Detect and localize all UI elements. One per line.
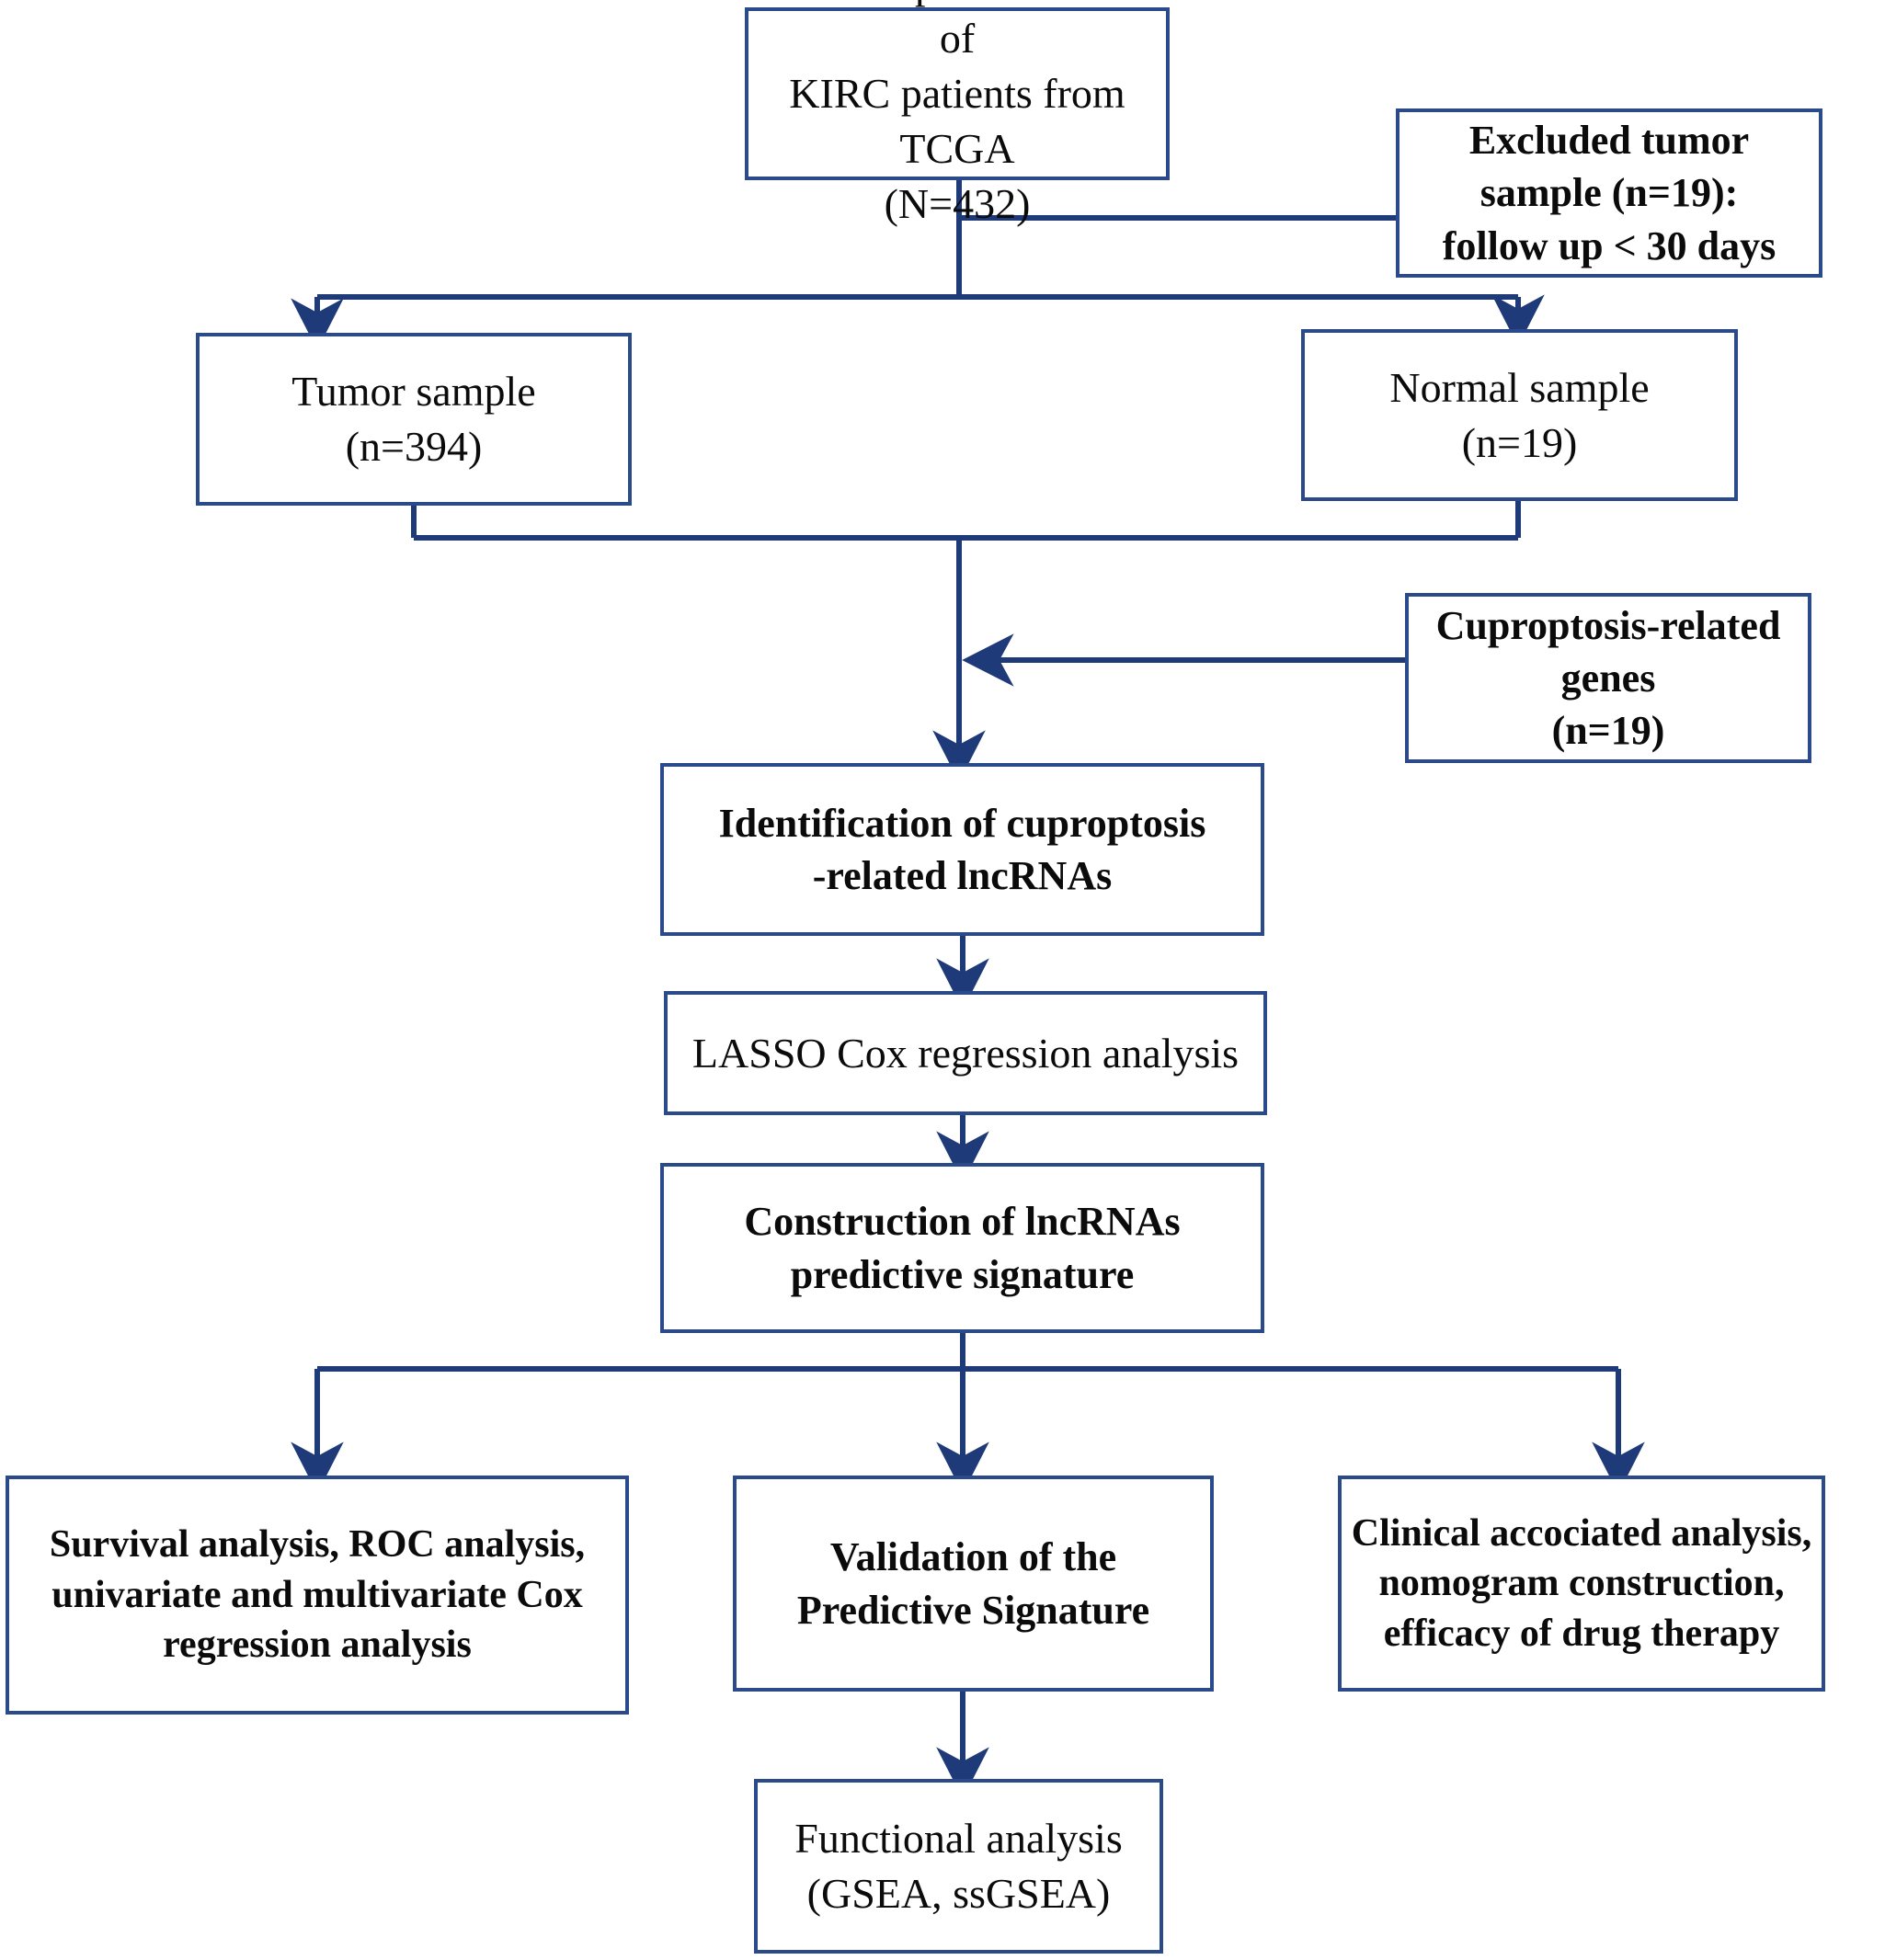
node-label: Tumor sample (n=394) [291, 368, 536, 470]
node-label: RNA expression data of KIRC patients fro… [778, 0, 1137, 227]
node-label: Functional analysis (GSEA, ssGSEA) [794, 1815, 1123, 1917]
node-validation-predictive-signature[interactable]: Validation of the Predictive Signature [733, 1476, 1214, 1692]
node-construction-predictive-signature[interactable]: Construction of lncRNAs predictive signa… [660, 1163, 1264, 1333]
node-label: Normal sample (n=19) [1389, 363, 1650, 466]
node-rna-expression-data[interactable]: RNA expression data of KIRC patients fro… [745, 0, 1170, 227]
node-label: Identification of cuproptosis -related l… [718, 800, 1206, 898]
node-functional-analysis[interactable]: Functional analysis (GSEA, ssGSEA) [754, 1779, 1163, 1954]
flowchart-canvas: RNA expression data of KIRC patients fro… [0, 0, 1885, 1960]
node-survival-roc-cox[interactable]: Survival analysis, ROC analysis, univari… [6, 1476, 629, 1715]
node-label: Cuproptosis-related genes (n=19) [1435, 602, 1781, 754]
node-excluded-tumor-sample[interactable]: Excluded tumor sample (n=19): follow up … [1396, 108, 1822, 278]
node-identification-lncrnas[interactable]: Identification of cuproptosis -related l… [660, 763, 1264, 936]
node-label: Survival analysis, ROC analysis, univari… [49, 1523, 586, 1667]
node-normal-sample[interactable]: Normal sample (n=19) [1301, 329, 1738, 501]
node-cuproptosis-related-genes[interactable]: Cuproptosis-related genes (n=19) [1405, 593, 1811, 763]
node-label: Construction of lncRNAs predictive signa… [744, 1199, 1181, 1297]
node-label: Validation of the Predictive Signature [796, 1534, 1150, 1633]
node-label: LASSO Cox regression analysis [691, 1029, 1240, 1077]
node-lasso-cox-regression[interactable]: LASSO Cox regression analysis [664, 991, 1267, 1115]
node-label: Clinical accociated analysis, nomogram c… [1351, 1511, 1812, 1655]
node-tumor-sample[interactable]: Tumor sample (n=394) [196, 333, 632, 506]
node-clinical-associated-analysis[interactable]: Clinical accociated analysis, nomogram c… [1338, 1476, 1825, 1692]
node-label: Excluded tumor sample (n=19): follow up … [1442, 118, 1776, 268]
